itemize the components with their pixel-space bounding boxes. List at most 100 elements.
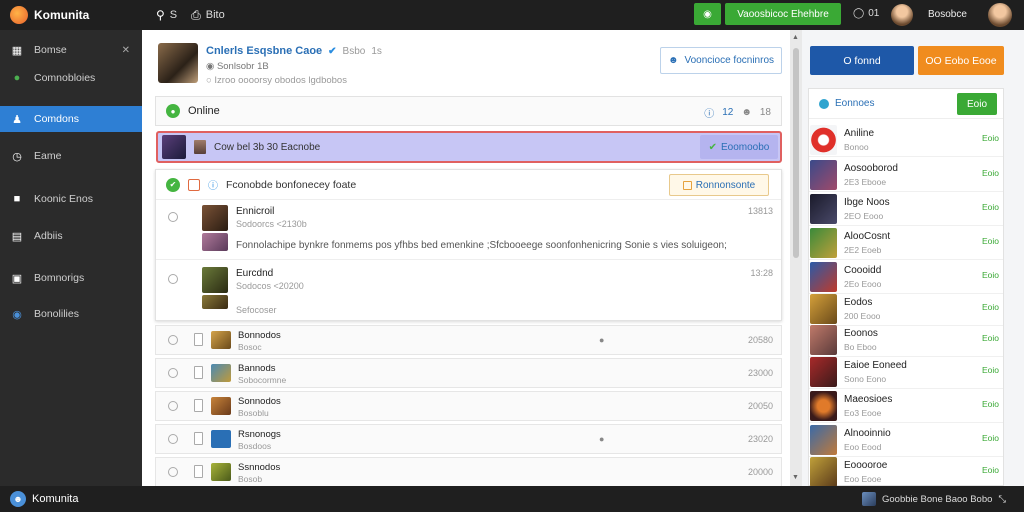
chat-button[interactable]: ◉ xyxy=(694,3,721,25)
friend-action[interactable]: Eoio xyxy=(982,465,999,475)
friend-action[interactable]: Eoio xyxy=(982,236,999,246)
table-row[interactable]: Rsnonogs Bosdoos ● 23020 xyxy=(155,424,782,454)
scroll-thumb[interactable] xyxy=(793,48,799,258)
sidebar-item-eame[interactable]: ◷ Eame xyxy=(0,143,142,169)
feed-header-text: Fconobde bonfonecey foate xyxy=(226,178,357,191)
feed-post[interactable]: Eurcdnd Sodocos <20200 13:28 Sefocoser xyxy=(156,262,781,322)
friend-action[interactable]: Eoio xyxy=(982,168,999,178)
feed-checkbox[interactable] xyxy=(188,178,200,191)
friend-row[interactable]: Maeosioes Eo3 Eooe Eoio xyxy=(809,389,1003,423)
info-icon: ⓘ xyxy=(208,181,218,192)
friend-row[interactable]: Eooooroe Eoo Eooe Eoio xyxy=(809,455,1003,489)
sidebar-item-comdons[interactable]: ♟ Comdons xyxy=(0,106,142,132)
top-bar: Komunita ⚲ S ⎙ Bito ◉ Vaoosbicoc Ehehbre… xyxy=(0,0,1024,30)
friend-row[interactable]: Coooidd 2Eo Eooo Eoio xyxy=(809,260,1003,294)
friend-row[interactable]: Eoonos Bo Eboo Eoio xyxy=(809,323,1003,357)
notifications[interactable]: ◯ 01 xyxy=(853,8,879,19)
post-radio[interactable] xyxy=(168,274,178,284)
post-thumb xyxy=(202,295,228,309)
row-time: 20580 xyxy=(747,335,773,345)
friend-action[interactable]: Eoio xyxy=(982,399,999,409)
top-user-name[interactable]: Bosobce xyxy=(928,9,967,20)
status-dot-icon: ● xyxy=(599,335,605,345)
find-button[interactable]: O fonnd xyxy=(810,46,914,75)
sidebar-item-bomnorigs[interactable]: ▣ Bomnorigs xyxy=(0,265,142,291)
bottom-right-group[interactable]: Goobbie Bone Baoo Bobo ⤡ xyxy=(862,492,1006,506)
table-row[interactable]: Ssnnodos Bosob 20000 xyxy=(155,457,782,487)
main-scrollbar[interactable]: ▲ ▼ xyxy=(790,30,802,486)
invite-label: Vooncioce focninros xyxy=(684,55,775,66)
document-icon xyxy=(194,333,203,346)
group-avatar[interactable] xyxy=(158,43,198,83)
friend-row[interactable]: Alnooinnio Eoo Eood Eoio xyxy=(809,423,1003,457)
friend-action[interactable]: Eoio xyxy=(982,433,999,443)
friend-meta: 2Eo Eooo xyxy=(844,279,882,289)
feed-post[interactable]: Ennicroil Sodoorcs <2130b 13813 Fonnolac… xyxy=(156,200,781,260)
table-row[interactable]: Sonnodos Bosoblu 20050 xyxy=(155,391,782,421)
row-avatar xyxy=(211,364,231,382)
row-radio[interactable] xyxy=(168,368,178,378)
sidebar-item-adbiis[interactable]: ▤ Adbiis xyxy=(0,223,142,249)
post-text: Sefocoser xyxy=(236,305,277,315)
friend-action[interactable]: Eoio xyxy=(982,133,999,143)
profile-avatar[interactable] xyxy=(988,3,1012,27)
bookmark-icon: ⎙ xyxy=(191,7,201,22)
row-radio[interactable] xyxy=(168,401,178,411)
sidebar-item-koonic-enos[interactable]: ■ Koonic Enos xyxy=(0,186,142,212)
row-radio[interactable] xyxy=(168,335,178,345)
friend-action[interactable]: Eoio xyxy=(982,365,999,375)
invite-button[interactable]: ☻ Vooncioce focninros xyxy=(660,47,782,74)
row-radio[interactable] xyxy=(168,467,178,477)
row-meta: Bosoc xyxy=(238,342,262,352)
sidebar-item-bonolilies[interactable]: ◉ Bonolilies xyxy=(0,301,142,327)
bottom-bar-label[interactable]: Komunita xyxy=(32,493,78,505)
post-thumb xyxy=(202,233,228,251)
friend-row[interactable]: Aniline Bonoo Eoio xyxy=(809,123,1003,157)
green-action-button[interactable]: Vaoosbicoc Ehehbre xyxy=(725,3,841,25)
sidebar-item-label: Comdons xyxy=(34,113,79,125)
sidebar-item-comnobloies[interactable]: ● Comnobloies xyxy=(0,65,142,91)
highlight-button[interactable]: ✔ Eoomoobo xyxy=(700,135,778,159)
brand[interactable]: Komunita xyxy=(0,6,142,24)
friend-meta: Bonoo xyxy=(844,142,869,152)
check-icon: ✔ xyxy=(708,141,717,153)
top-avatar[interactable] xyxy=(891,4,913,26)
friend-name: AlooCosnt xyxy=(844,231,891,242)
friend-row[interactable]: Eaioe Eoneed Sono Eono Eoio xyxy=(809,355,1003,389)
friend-row[interactable]: Eodos 200 Eooo Eoio xyxy=(809,292,1003,326)
scroll-down-icon[interactable]: ▼ xyxy=(792,474,799,481)
group-sub: ◉ Sonlsobr 1B xyxy=(206,61,269,72)
orange-action-button[interactable]: OO Eobo Eooe xyxy=(918,46,1004,75)
feed-button-label: Ronnonsonte xyxy=(695,179,756,191)
feed-button[interactable]: Ronnonsonte xyxy=(669,174,769,196)
notification-icon: ◯ xyxy=(853,8,865,19)
friend-action[interactable]: Eoio xyxy=(982,202,999,212)
friend-row[interactable]: Aosooborod 2E3 Ebooe Eoio xyxy=(809,158,1003,192)
friend-action[interactable]: Eoio xyxy=(982,302,999,312)
chat-bubble-icon[interactable]: ☻ xyxy=(10,491,26,507)
friend-action[interactable]: Eoio xyxy=(982,333,999,343)
post-author[interactable]: Ennicroil xyxy=(236,206,274,217)
group-sub-text: Sonlsobr 1B xyxy=(216,61,269,72)
online-bar[interactable]: ● Online ⓘ 12 ☻ 18 xyxy=(155,96,782,126)
online-extra: 18 xyxy=(759,107,771,118)
row-radio[interactable] xyxy=(168,434,178,444)
close-icon[interactable]: ✕ xyxy=(122,45,130,56)
sidebar-item-bomse[interactable]: ▦ Bomse ✕ xyxy=(0,37,142,63)
search-link[interactable]: ⚲ S xyxy=(156,8,177,22)
calendar-icon xyxy=(682,180,692,190)
table-row[interactable]: Bannods Sobocormne 23000 xyxy=(155,358,782,388)
friend-row[interactable]: Ibge Noos 2EO Eooo Eoio xyxy=(809,192,1003,226)
scroll-up-icon[interactable]: ▲ xyxy=(792,34,799,41)
highlighted-row[interactable]: Cow bel 3b 30 Eacnobe ✔ Eoomoobo xyxy=(156,131,782,163)
add-friend-button[interactable]: Eoio xyxy=(957,93,997,115)
friend-meta: Eoo Eood xyxy=(844,442,882,452)
post-author[interactable]: Eurcdnd xyxy=(236,268,273,279)
friend-action[interactable]: Eoio xyxy=(982,270,999,280)
table-row[interactable]: Bonnodos Bosoc ● 20580 xyxy=(155,325,782,355)
friend-meta: 2E3 Ebooe xyxy=(844,177,887,187)
post-radio[interactable] xyxy=(168,212,178,222)
expand-icon[interactable]: ⤡ xyxy=(998,494,1006,505)
bito-link[interactable]: ⎙ Bito xyxy=(191,8,225,23)
friend-row[interactable]: AlooCosnt 2E2 Eoeb Eoio xyxy=(809,226,1003,260)
